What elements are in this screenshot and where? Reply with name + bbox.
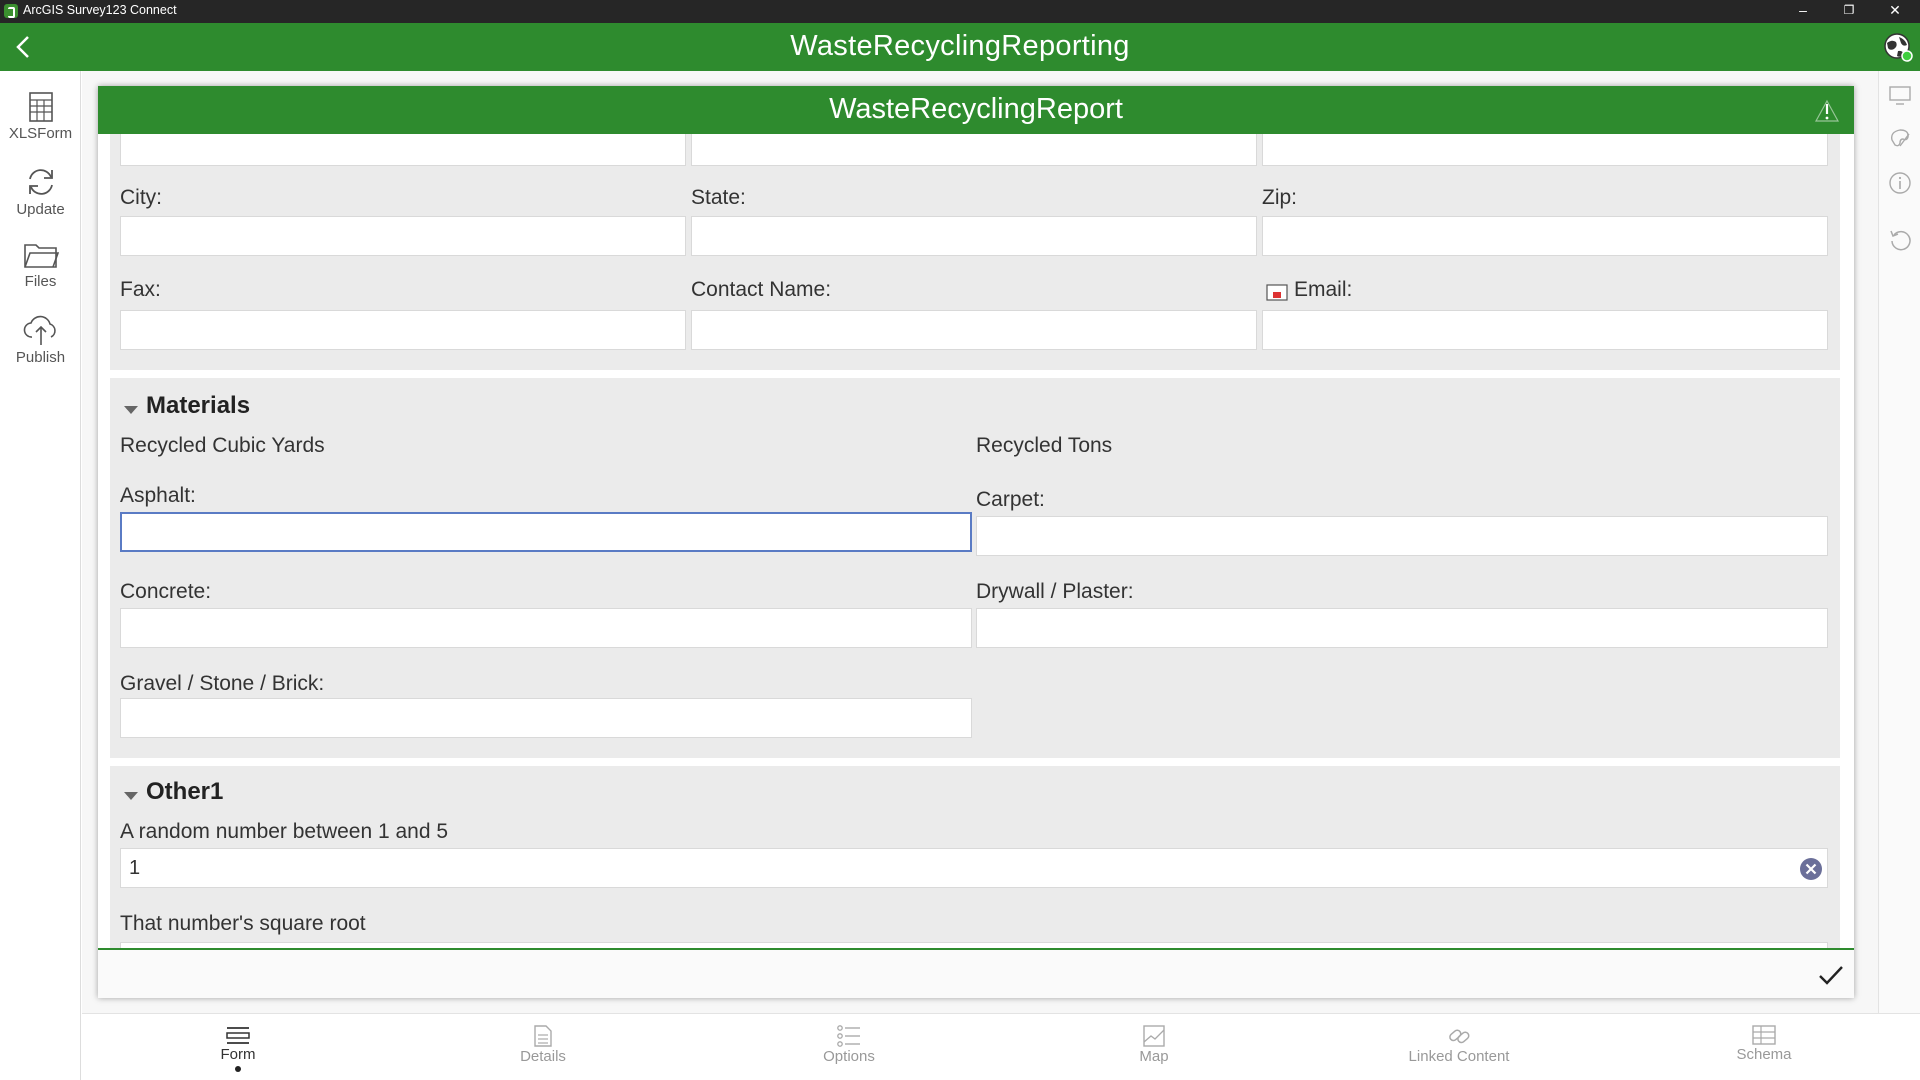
sidebar-item-xlsform[interactable]: XLSForm <box>0 83 81 157</box>
gravel-field[interactable] <box>120 698 972 738</box>
collapse-materials-icon[interactable] <box>124 406 138 414</box>
restore-button[interactable]: ❐ <box>1826 0 1872 23</box>
left-sidebar: XLSForm Update Files Publish <box>0 71 81 1080</box>
tab-map[interactable]: Map <box>1084 1014 1224 1080</box>
email-field[interactable] <box>1262 310 1828 350</box>
link-icon <box>1449 1029 1470 1044</box>
map-icon <box>1143 1025 1165 1047</box>
contact-name-label: Contact Name: <box>691 278 832 301</box>
form-title: WasteRecyclingReport <box>829 93 1123 125</box>
window-title: ArcGIS Survey123 Connect <box>23 3 177 17</box>
app-title: WasteRecyclingReporting <box>790 30 1130 62</box>
tab-options[interactable]: Options <box>779 1014 919 1080</box>
sidebar-item-label: Publish <box>15 349 66 366</box>
info-icon[interactable] <box>1888 171 1912 195</box>
window-title-bar: ArcGIS Survey123 Connect – ❐ ✕ <box>0 0 1920 23</box>
document-icon <box>534 1025 552 1047</box>
concrete-field[interactable] <box>120 608 972 648</box>
sidebar-item-label: Update <box>16 201 65 218</box>
sidebar-item-label: Files <box>24 273 57 290</box>
random-number-label: A random number between 1 and 5 <box>120 820 449 843</box>
user-globe-icon[interactable] <box>1882 31 1914 63</box>
tab-label: Details <box>520 1048 566 1065</box>
monitor-icon[interactable] <box>1888 83 1912 107</box>
app-header: WasteRecyclingReporting <box>0 23 1920 71</box>
random-number-field[interactable]: 1 <box>120 848 1828 888</box>
state-label: State: <box>691 186 746 209</box>
address-field-1[interactable] <box>120 134 686 166</box>
zip-label: Zip: <box>1262 186 1298 209</box>
form-header: WasteRecyclingReport <box>98 86 1854 134</box>
email-label: Email: <box>1294 278 1353 301</box>
asphalt-field[interactable] <box>120 512 972 552</box>
form-icon <box>226 1027 250 1044</box>
tab-label: Schema <box>1736 1046 1792 1063</box>
warning-icon[interactable] <box>1814 98 1840 124</box>
collapse-other-icon[interactable] <box>124 792 138 800</box>
cubic-yards-header: Recycled Cubic Yards <box>120 434 325 457</box>
square-root-label: That number's square root <box>120 912 366 935</box>
fax-field[interactable] <box>120 310 686 350</box>
folder-icon <box>23 244 59 268</box>
sidebar-item-publish[interactable]: Publish <box>0 305 81 379</box>
asphalt-label: Asphalt: <box>120 484 196 507</box>
email-icon <box>1266 284 1288 301</box>
city-label: City: <box>120 186 162 209</box>
zip-field[interactable] <box>1262 216 1828 256</box>
right-toolbar <box>1878 71 1920 1013</box>
refresh-icon <box>28 169 53 195</box>
state-field[interactable] <box>691 216 1257 256</box>
address-field-3[interactable] <box>1262 134 1828 166</box>
sidebar-item-label: XLSForm <box>8 125 73 142</box>
drywall-label: Drywall / Plaster: <box>976 580 1134 603</box>
carpet-field[interactable] <box>976 516 1828 556</box>
random-number-value: 1 <box>129 857 141 879</box>
minimize-button[interactable]: – <box>1780 0 1826 23</box>
tab-label: Form <box>220 1046 256 1063</box>
gravel-label: Gravel / Stone / Brick: <box>120 672 325 695</box>
form-card: WasteRecyclingReport City: State: Zip: F… <box>98 86 1854 998</box>
materials-heading[interactable]: Materials <box>146 392 250 420</box>
table-icon <box>1752 1025 1776 1045</box>
tab-label: Linked Content <box>1408 1048 1510 1065</box>
contact-group: City: State: Zip: Fax: Contact Name: Ema… <box>110 134 1840 370</box>
checkmark-icon[interactable] <box>1816 960 1846 990</box>
tons-header: Recycled Tons <box>976 434 1113 457</box>
city-field[interactable] <box>120 216 686 256</box>
carpet-label: Carpet: <box>976 488 1045 511</box>
form-footer <box>98 948 1854 998</box>
tab-schema[interactable]: Schema <box>1694 1014 1834 1080</box>
spreadsheet-icon <box>28 92 53 122</box>
contact-name-field[interactable] <box>691 310 1257 350</box>
sidebar-item-update[interactable]: Update <box>0 157 81 231</box>
other-heading[interactable]: Other1 <box>146 778 223 806</box>
clear-icon[interactable] <box>1799 857 1823 881</box>
tab-form[interactable]: Form <box>168 1014 308 1080</box>
other-group: Other1 A random number between 1 and 5 1… <box>110 766 1840 954</box>
bottom-tab-bar: Form Details Options Map Linked Content … <box>82 1013 1920 1080</box>
app-icon <box>4 4 18 18</box>
drywall-field[interactable] <box>976 608 1828 648</box>
form-scroll-area[interactable]: City: State: Zip: Fax: Contact Name: Ema… <box>98 134 1854 954</box>
tab-label: Map <box>1139 1048 1169 1065</box>
tab-label: Options <box>823 1048 875 1065</box>
address-field-2[interactable] <box>691 134 1257 166</box>
palette-icon[interactable] <box>1888 126 1912 150</box>
tab-linked-content[interactable]: Linked Content <box>1389 1014 1529 1080</box>
undo-icon[interactable] <box>1888 227 1912 251</box>
list-options-icon <box>837 1025 860 1047</box>
cloud-upload-icon <box>23 315 56 345</box>
close-button[interactable]: ✕ <box>1872 0 1918 23</box>
tab-details[interactable]: Details <box>473 1014 613 1080</box>
fax-label: Fax: <box>120 278 161 301</box>
sidebar-item-files[interactable]: Files <box>0 231 81 305</box>
concrete-label: Concrete: <box>120 580 212 603</box>
active-tab-indicator <box>235 1066 241 1072</box>
materials-group: Materials Recycled Cubic Yards Recycled … <box>110 378 1840 758</box>
